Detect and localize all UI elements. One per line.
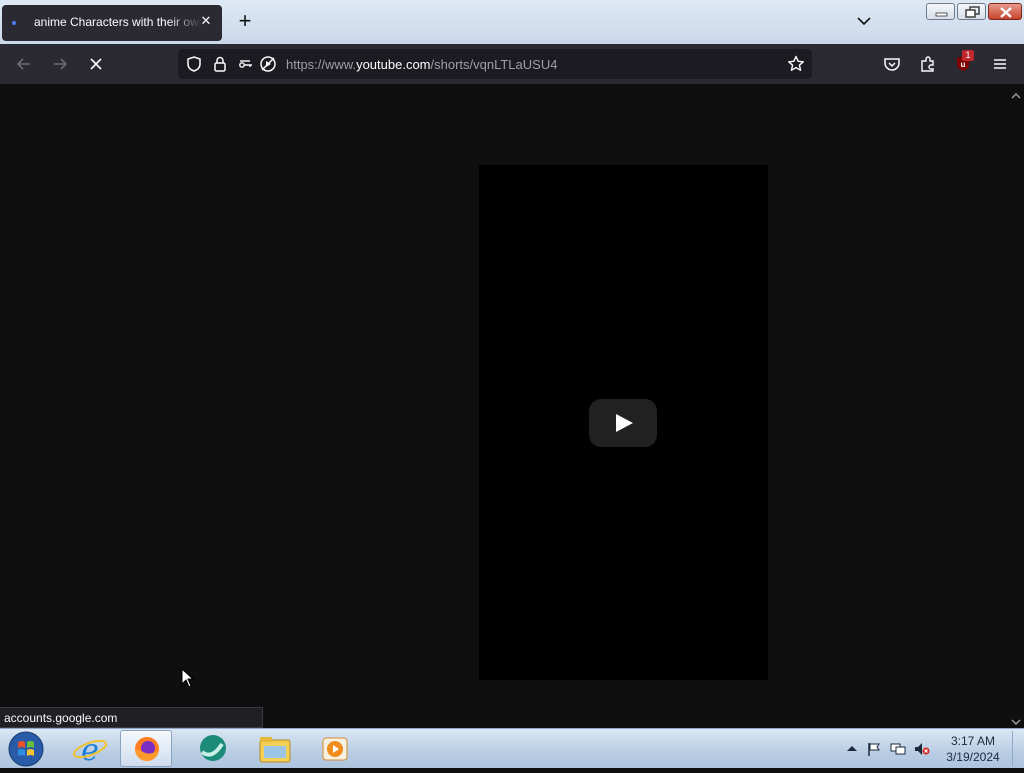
hamburger-menu-icon[interactable] (990, 54, 1010, 74)
taskbar-firefox-icon[interactable] (120, 730, 172, 767)
shorts-video-player[interactable] (479, 165, 768, 680)
svg-text:e: e (81, 733, 99, 767)
pocket-icon[interactable] (882, 54, 902, 74)
bookmark-star-icon[interactable] (786, 54, 806, 74)
taskbar-chat-app-icon[interactable] (186, 730, 238, 767)
tracking-protection-shield-icon[interactable] (184, 54, 204, 74)
taskbar-file-explorer-icon[interactable] (250, 730, 302, 767)
tab-strip: anime Characters with their own ✕ + (0, 0, 1024, 44)
url-text[interactable]: https://www.youtube.com/shorts/vqnLTLaUS… (286, 57, 557, 72)
start-button[interactable] (7, 730, 45, 768)
taskbar-internet-explorer-icon[interactable]: e (64, 730, 116, 768)
clock-time: 3:17 AM (950, 734, 996, 748)
windows-taskbar: e 3:17 AM 3/19/2024 (0, 728, 1024, 768)
tab-title: anime Characters with their own (34, 15, 202, 29)
tab-close-icon[interactable]: ✕ (198, 13, 214, 29)
tray-show-hidden-icon[interactable] (844, 742, 860, 756)
window-close-button[interactable] (988, 3, 1022, 20)
page-content (0, 84, 1024, 728)
extension-badge-count: 1 (962, 50, 974, 61)
window-restore-button[interactable] (957, 3, 986, 20)
url-host: youtube.com (356, 57, 431, 72)
navigation-toolbar: https://www.youtube.com/shorts/vqnLTLaUS… (0, 44, 1024, 84)
ublock-origin-icon[interactable]: u 1 (954, 50, 974, 74)
scroll-up-arrow-icon[interactable] (1010, 88, 1022, 99)
list-all-tabs-chevron-icon[interactable] (855, 12, 873, 30)
scroll-down-arrow-icon[interactable] (1010, 714, 1022, 725)
extensions-puzzle-icon[interactable] (918, 54, 938, 74)
svg-text:u: u (961, 60, 966, 69)
tab-active[interactable]: anime Characters with their own ✕ (2, 5, 222, 41)
permissions-icon[interactable] (236, 54, 256, 74)
window-minimize-button[interactable] (926, 3, 955, 20)
address-bar[interactable]: https://www.youtube.com/shorts/vqnLTLaUS… (178, 49, 812, 79)
stop-loading-icon[interactable] (86, 54, 106, 74)
url-path: /shorts/vqnLTLaUSU4 (430, 57, 558, 72)
link-status-bar: accounts.google.com (0, 707, 263, 728)
new-tab-button[interactable]: + (234, 10, 256, 32)
forward-arrow-icon[interactable] (50, 54, 70, 74)
show-desktop-button[interactable] (1012, 731, 1023, 766)
url-scheme: https://www. (286, 57, 357, 72)
play-button[interactable] (589, 399, 657, 447)
tray-volume-muted-icon[interactable] (914, 742, 930, 756)
taskbar-media-player-icon[interactable] (310, 730, 362, 767)
back-arrow-icon[interactable] (14, 54, 34, 74)
tab-favicon-icon (12, 21, 16, 25)
clock-date: 3/19/2024 (946, 750, 1000, 764)
autoplay-blocked-icon[interactable] (258, 54, 278, 74)
mouse-cursor-icon (181, 667, 195, 693)
lock-icon[interactable] (210, 54, 230, 74)
tray-network-icon[interactable] (890, 742, 906, 756)
taskbar-clock[interactable]: 3:17 AM 3/19/2024 (936, 733, 1010, 765)
tray-action-center-flag-icon[interactable] (866, 742, 882, 756)
